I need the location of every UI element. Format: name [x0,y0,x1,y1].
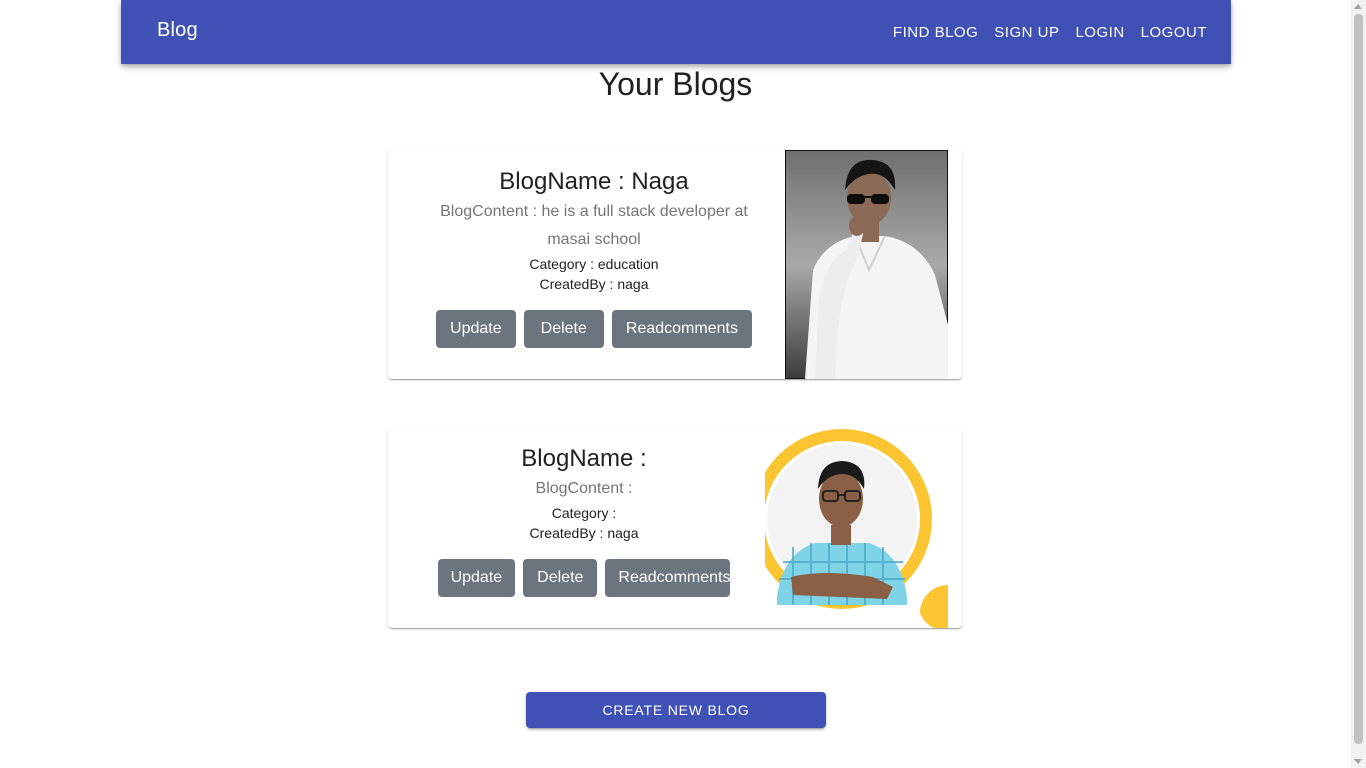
blog-image [763,427,948,628]
nav-login[interactable]: LOGIN [1075,24,1124,41]
nav-find-blog[interactable]: FIND BLOG [893,24,978,41]
person-photo-illustration [785,150,948,379]
scroll-up-arrow-icon[interactable] [1354,4,1362,9]
blog-card: BlogName : BlogContent : Category : Crea… [388,427,962,628]
scroll-thumb[interactable] [1354,14,1363,744]
blog-content-line: BlogContent : he is a full stack develop… [440,203,748,220]
blog-info: BlogName : Naga BlogContent : he is a fu… [418,166,770,348]
blog-category: Category : [551,505,617,521]
brand-title[interactable]: Blog [157,19,198,42]
blog-info: BlogName : BlogContent : Category : Crea… [418,443,750,597]
scroll-down-arrow-icon[interactable] [1354,759,1362,764]
blog-content: BlogContent : he is a full stack develop… [418,198,770,254]
blog-card: BlogName : Naga BlogContent : he is a fu… [388,150,962,379]
update-button[interactable]: Update [436,310,516,348]
page-scrollbar[interactable] [1351,0,1366,768]
create-new-blog-button[interactable]: CREATE NEW BLOG [526,692,826,728]
blog-category: Category : education [529,256,659,272]
blog-actions: Update Delete Readcomments [418,310,770,348]
app-bar: Blog FIND BLOG SIGN UP LOGIN LOGOUT [121,0,1231,64]
nav-logout[interactable]: LOGOUT [1141,24,1207,41]
blog-created-by: CreatedBy : naga [539,276,649,292]
blog-image [785,150,948,379]
blog-name: BlogName : Naga [499,168,689,195]
update-button[interactable]: Update [437,559,516,597]
person-photo-illustration [763,427,948,628]
delete-button[interactable]: Delete [523,310,604,348]
page-title: Your Blogs [598,66,753,102]
readcomments-button[interactable]: Readcomments [605,559,731,597]
blog-name: BlogName : [521,445,647,472]
delete-button[interactable]: Delete [523,559,598,597]
blog-content-line: BlogContent : [535,480,633,497]
top-nav: FIND BLOG SIGN UP LOGIN LOGOUT [893,0,1207,64]
blog-content: BlogContent : [418,475,750,503]
blog-actions: Update Delete Readcomments [418,559,750,597]
blog-created-by: CreatedBy : naga [529,525,639,541]
readcomments-button[interactable]: Readcomments [611,310,752,348]
nav-sign-up[interactable]: SIGN UP [994,24,1059,41]
blog-content-line: masai school [547,231,641,248]
